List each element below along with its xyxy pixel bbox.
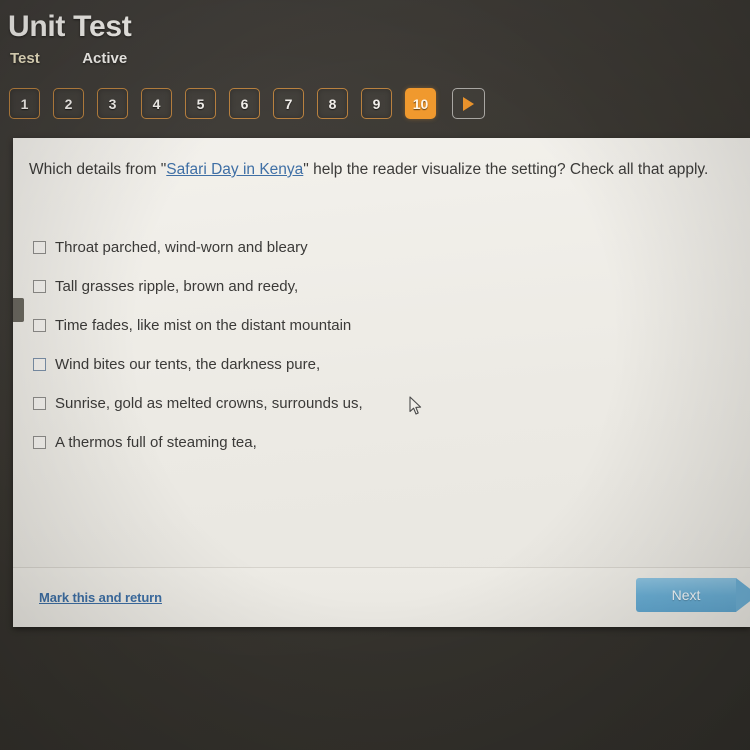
question-button-6[interactable]: 6 [229,88,260,119]
question-button-2[interactable]: 2 [53,88,84,119]
question-text-after: " help the reader visualize the setting?… [303,161,709,178]
question-number-nav: 1 2 3 4 5 6 7 8 9 10 [9,88,485,119]
question-text-before: Which details from " [29,161,167,178]
question-text: Which details from "Safari Day in Kenya"… [29,160,740,180]
question-button-8[interactable]: 8 [317,88,348,119]
tab-active[interactable]: Active [82,50,127,67]
mark-this-and-return-link[interactable]: Mark this and return [39,590,162,605]
next-button-label: Next [671,587,701,603]
passage-link[interactable]: Safari Day in Kenya [166,161,303,178]
options-list: Throat parched, wind-worn and bleary Tal… [33,228,730,462]
screen: Unit Test Test Active 1 2 3 4 5 6 7 8 9 … [0,0,750,750]
option-label-2: Tall grasses ripple, brown and reedy, [55,278,299,295]
option-label-5: Sunrise, gold as melted crowns, surround… [55,395,363,412]
question-button-1[interactable]: 1 [9,88,40,119]
card-footer: Mark this and return Next [13,567,750,627]
question-button-10[interactable]: 10 [405,88,436,119]
question-button-9[interactable]: 9 [361,88,392,119]
option-checkbox-1[interactable] [33,241,46,254]
option-row[interactable]: Throat parched, wind-worn and bleary [33,228,730,267]
question-card: Which details from "Safari Day in Kenya"… [13,138,750,627]
option-label-1: Throat parched, wind-worn and bleary [55,239,308,256]
option-checkbox-3[interactable] [33,319,46,332]
option-row[interactable]: Sunrise, gold as melted crowns, surround… [33,384,730,423]
option-row[interactable]: Tall grasses ripple, brown and reedy, [33,267,730,306]
question-button-7[interactable]: 7 [273,88,304,119]
option-row[interactable]: A thermos full of steaming tea, [33,423,730,462]
option-checkbox-2[interactable] [33,280,46,293]
card-left-nub [13,298,24,322]
question-button-3[interactable]: 3 [97,88,128,119]
question-button-5[interactable]: 5 [185,88,216,119]
option-checkbox-5[interactable] [33,397,46,410]
option-row[interactable]: Wind bites our tents, the darkness pure, [33,345,730,384]
question-button-4[interactable]: 4 [141,88,172,119]
next-button[interactable]: Next [636,578,750,612]
next-question-button[interactable] [452,88,485,119]
next-button-body: Next [636,578,736,612]
option-checkbox-6[interactable] [33,436,46,449]
tab-test[interactable]: Test [10,50,40,67]
page-title: Unit Test [8,10,132,43]
option-label-3: Time fades, like mist on the distant mou… [55,317,352,334]
triangle-right-icon [463,96,474,111]
option-label-6: A thermos full of steaming tea, [55,434,257,451]
header: Unit Test Test Active 1 2 3 4 5 6 7 8 9 … [0,0,750,138]
option-checkbox-4[interactable] [33,358,46,371]
next-button-arrow-icon [736,578,750,612]
subtab-bar: Test Active [10,50,127,72]
option-label-4: Wind bites our tents, the darkness pure, [55,356,321,373]
option-row[interactable]: Time fades, like mist on the distant mou… [33,306,730,345]
